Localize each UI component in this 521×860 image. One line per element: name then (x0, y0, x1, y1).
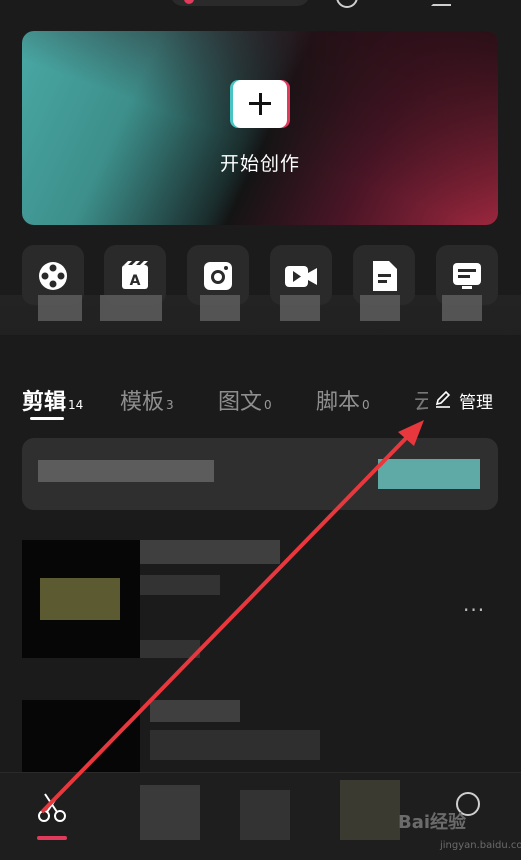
annotation-arrow (40, 420, 424, 814)
